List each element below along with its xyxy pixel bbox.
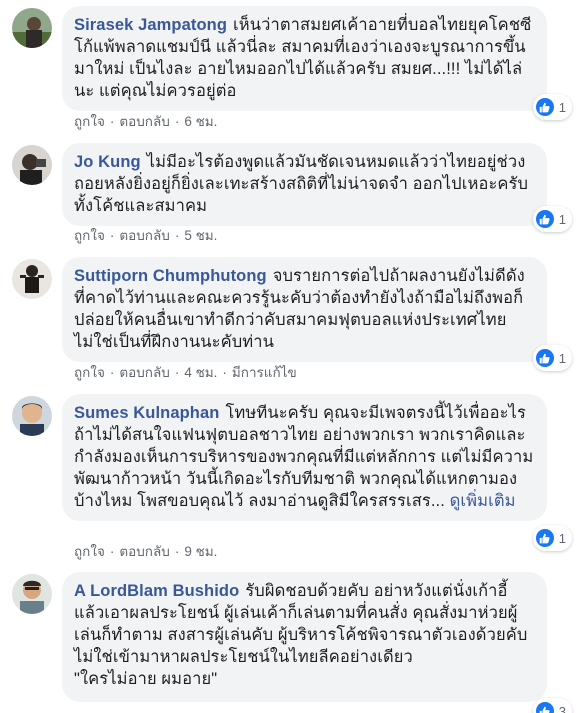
avatar[interactable] <box>12 259 52 299</box>
like-thumb-icon <box>535 349 554 367</box>
reaction-summary[interactable]: 1 <box>532 525 572 551</box>
comment-actions: ถูกใจ · ตอบกลับ · 5 ชม. <box>74 224 217 246</box>
reply-link[interactable]: ตอบกลับ <box>119 544 169 559</box>
comment-timestamp[interactable]: 5 ชม. <box>184 228 217 243</box>
avatar[interactable] <box>12 574 52 614</box>
reply-link[interactable]: ตอบกลับ <box>119 365 169 380</box>
separator-dot: · <box>174 544 180 559</box>
comment-actions: ถูกใจ · ตอบกลับ · 9 ชม. <box>74 540 217 562</box>
reaction-summary[interactable]: 1 <box>532 345 572 371</box>
edited-label[interactable]: มีการแก้ไข <box>232 365 297 380</box>
comment-item: Sirasek Jampatong เห็นว่าตาสมยศเค้าอายที่… <box>12 6 572 131</box>
separator-dot: · <box>174 114 180 129</box>
separator-dot: · <box>174 228 180 243</box>
comment-bubble: Sirasek Jampatong เห็นว่าตาสมยศเค้าอายที่… <box>62 6 547 111</box>
comment-bubble: A LordBlam Bushido รับผิดชอบด้วยคับ อย่าห… <box>62 572 547 702</box>
comment-author-link[interactable]: Sirasek Jampatong <box>74 16 227 34</box>
separator-dot: · <box>109 365 115 380</box>
like-link[interactable]: ถูกใจ <box>74 228 105 243</box>
reply-link[interactable]: ตอบกลับ <box>119 228 169 243</box>
avatar[interactable] <box>12 396 52 436</box>
reaction-count: 1 <box>558 350 566 366</box>
reaction-count: 3 <box>558 703 566 713</box>
comment-bubble: Sumes Kulnaphan โทษทีนะครับ คุณจะมีเพจตรง… <box>62 394 547 521</box>
like-thumb-icon <box>535 98 554 116</box>
reaction-count: 1 <box>558 530 566 546</box>
avatar[interactable] <box>12 8 52 48</box>
reaction-count: 1 <box>558 99 566 115</box>
separator-dot: · <box>174 365 180 380</box>
see-more-link[interactable]: ดูเพิ่มเติม <box>450 492 516 510</box>
reply-link[interactable]: ตอบกลับ <box>119 114 169 129</box>
comment-actions: ถูกใจ · ตอบกลับ · 4 ชม. · มีการแก้ไข <box>74 361 297 383</box>
separator-dot: · <box>222 365 227 380</box>
separator-dot: · <box>109 228 115 243</box>
comment-author-link[interactable]: Sumes Kulnaphan <box>74 404 219 422</box>
comment-author-link[interactable]: A LordBlam Bushido <box>74 582 239 600</box>
comment-timestamp[interactable]: 6 ชม. <box>184 114 217 129</box>
like-link[interactable]: ถูกใจ <box>74 365 105 380</box>
comment-item: Suttiporn Chumphutong จบรายการต่อไปถ้าผลง… <box>12 257 572 382</box>
like-thumb-icon <box>535 702 554 713</box>
comment-bubble: Jo Kung ไม่มีอะไรต้องพูดแล้วมันชัดเจนหมดแ… <box>62 143 547 226</box>
reaction-summary[interactable]: 1 <box>532 94 572 120</box>
comment-item: Jo Kung ไม่มีอะไรต้องพูดแล้วมันชัดเจนหมดแ… <box>12 143 572 243</box>
reaction-summary[interactable]: 3 <box>532 698 572 713</box>
reaction-count: 1 <box>558 211 566 227</box>
reaction-summary[interactable]: 1 <box>532 206 572 232</box>
separator-dot: · <box>109 114 115 129</box>
comment-item: Sumes Kulnaphan โทษทีนะครับ คุณจะมีเพจตรง… <box>12 394 572 564</box>
like-link[interactable]: ถูกใจ <box>74 544 105 559</box>
avatar[interactable] <box>12 145 52 185</box>
comment-text: ไม่มีอะไรต้องพูดแล้วมันชัดเจนหมดแล้วว่าไ… <box>74 153 529 215</box>
comment-author-link[interactable]: Suttiporn Chumphutong <box>74 267 267 285</box>
comment-item: A LordBlam Bushido รับผิดชอบด้วยคับ อย่าห… <box>12 572 572 713</box>
comment-timestamp[interactable]: 9 ชม. <box>184 544 217 559</box>
comment-author-link[interactable]: Jo Kung <box>74 153 141 171</box>
comment-timestamp[interactable]: 4 ชม. <box>184 365 217 380</box>
separator-dot: · <box>109 544 115 559</box>
like-thumb-icon <box>535 529 554 547</box>
like-thumb-icon <box>535 210 554 228</box>
comment-actions: ถูกใจ · ตอบกลับ · 6 ชม. <box>74 110 217 132</box>
like-link[interactable]: ถูกใจ <box>74 114 105 129</box>
comment-bubble: Suttiporn Chumphutong จบรายการต่อไปถ้าผลง… <box>62 257 547 362</box>
